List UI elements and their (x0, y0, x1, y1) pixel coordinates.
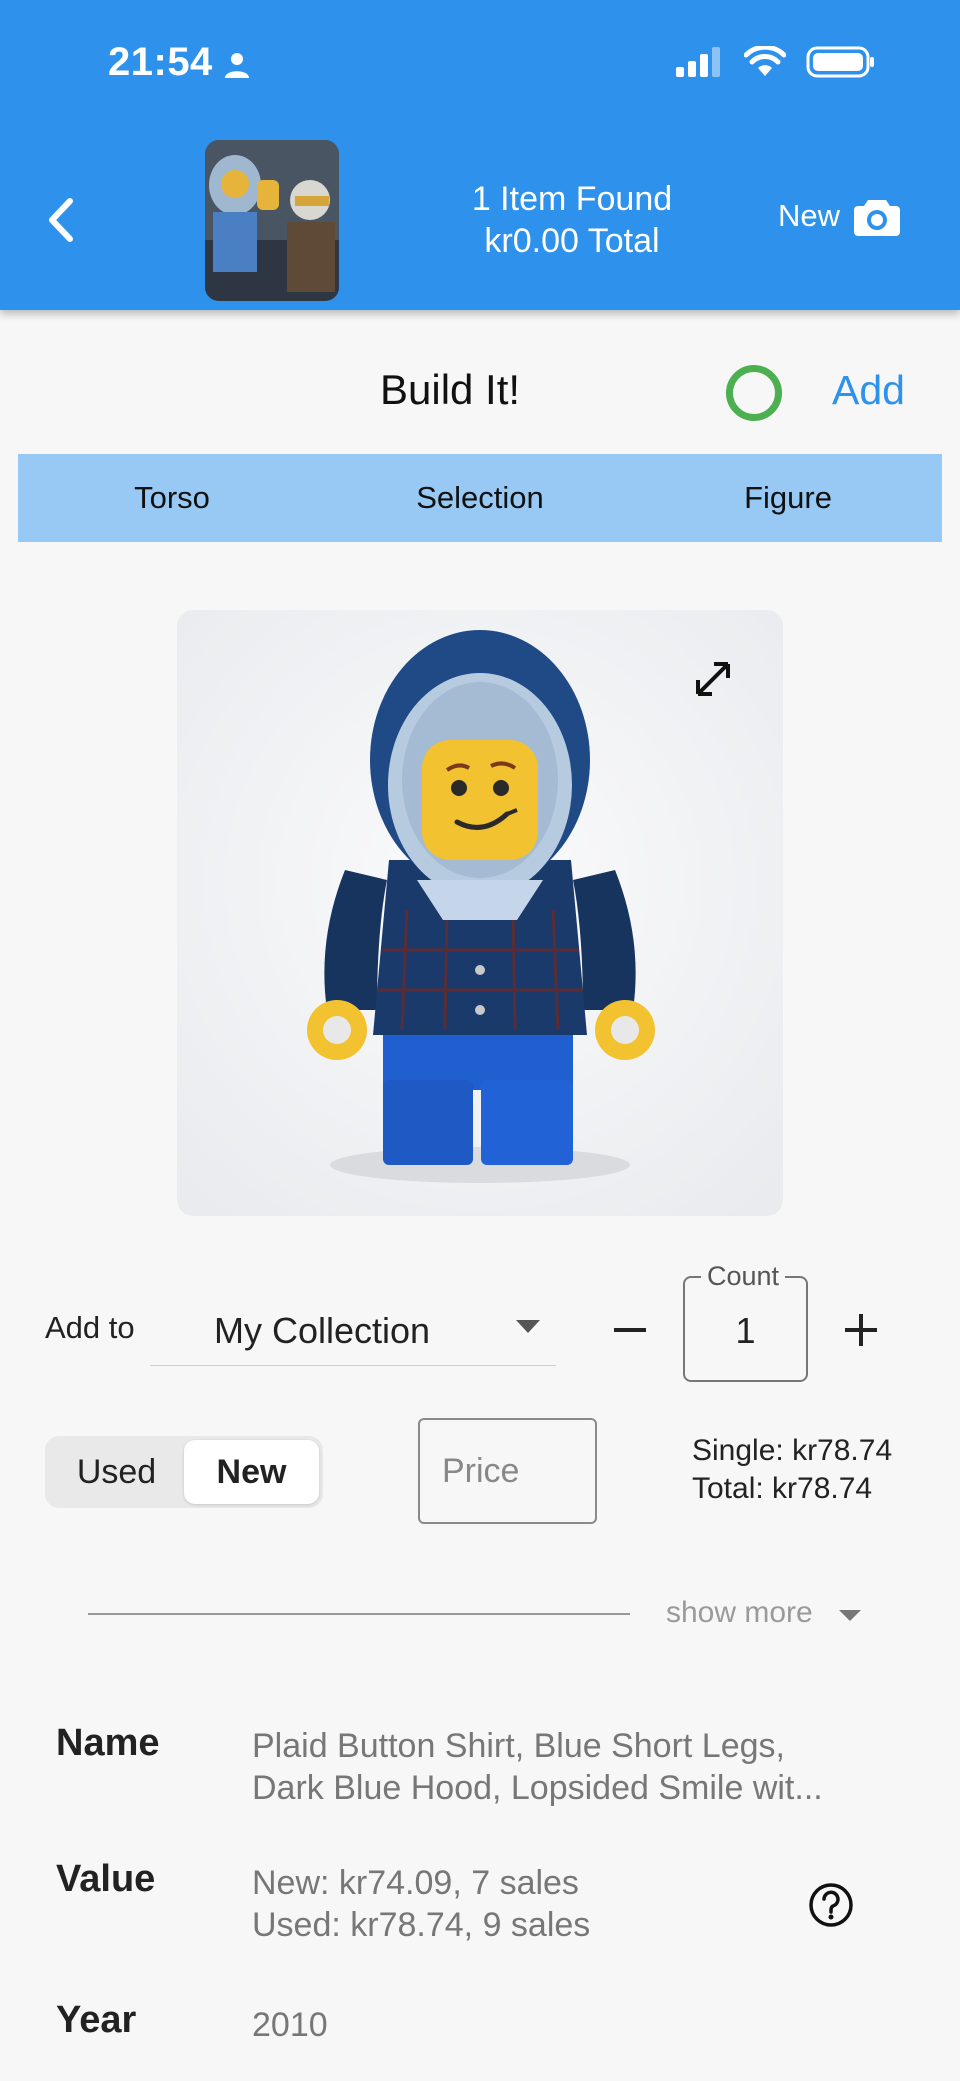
price-totals: Single: kr78.74 Total: kr78.74 (692, 1432, 892, 1508)
count-field[interactable]: Count 1 (683, 1261, 808, 1382)
items-found-count: 1 Item Found (471, 180, 673, 218)
page-title: Build It! (380, 366, 521, 413)
detail-year-value: 2010 (252, 2006, 328, 2044)
status-time: 21:54 (108, 40, 213, 84)
condition-segmented-control: Used New (45, 1436, 323, 1508)
items-found-total: kr0.00 Total (484, 222, 660, 260)
chevron-left-icon (49, 198, 73, 242)
increment-button[interactable] (843, 1310, 879, 1350)
count-label: Count (701, 1261, 786, 1292)
items-found-summary: 1 Item Found kr0.00 Total (440, 178, 704, 262)
collection-dropdown[interactable]: My Collection (150, 1290, 556, 1366)
value-new: New: kr74.09, 7 sales (252, 1864, 579, 1902)
tab-figure[interactable]: Figure (634, 454, 942, 542)
count-value: 1 (735, 1310, 756, 1351)
show-more-toggle[interactable]: show more (666, 1596, 861, 1630)
segment-tabs: Torso Selection Figure (18, 454, 942, 542)
total-price: Total: kr78.74 (692, 1472, 873, 1505)
detail-name-key: Name (56, 1722, 160, 1764)
status-icons (676, 46, 876, 78)
detail-year-key: Year (56, 1999, 137, 2041)
camera-icon (854, 200, 901, 236)
single-price: Single: kr78.74 (692, 1434, 893, 1467)
app-header: 21:54 1 Item Found kr0.00 Total New (0, 0, 960, 310)
decrement-button[interactable] (612, 1310, 648, 1350)
help-icon[interactable] (808, 1882, 854, 1928)
battery-icon (806, 46, 874, 78)
price-field (418, 1418, 597, 1524)
expand-icon[interactable] (690, 656, 736, 702)
scan-thumbnail[interactable] (205, 140, 339, 301)
person-icon (225, 53, 249, 78)
tab-torso[interactable]: Torso (18, 454, 326, 542)
wifi-icon (744, 46, 786, 76)
new-scan-button[interactable]: New (778, 196, 901, 236)
scan-thumbnail-image (205, 140, 339, 301)
detail-name-line2: Dark Blue Hood, Lopsided Smile wit... (252, 1769, 823, 1807)
show-more-label: show more (666, 1596, 813, 1629)
add-button[interactable]: Add (832, 367, 905, 414)
new-scan-label: New (778, 198, 841, 233)
chevron-down-icon (838, 1609, 861, 1621)
condition-new-option[interactable]: New (184, 1440, 319, 1504)
section-divider (88, 1613, 630, 1615)
price-input[interactable] (420, 1420, 595, 1522)
detail-value-key: Value (56, 1858, 156, 1900)
condition-used-option[interactable]: Used (49, 1440, 184, 1504)
detail-value-value: New: kr74.09, 7 sales Used: kr78.74, 9 s… (252, 1862, 590, 1946)
add-to-label: Add to (45, 1310, 135, 1345)
cellular-signal-icon (676, 47, 720, 77)
value-used: Used: kr78.74, 9 sales (252, 1906, 591, 1944)
dropdown-arrow-icon (516, 1320, 540, 1333)
status-circle-indicator (726, 365, 782, 421)
back-button[interactable] (36, 190, 86, 250)
detail-name-line1: Plaid Button Shirt, Blue Short Legs, (252, 1727, 785, 1765)
tab-selection[interactable]: Selection (326, 454, 634, 542)
detail-name-value: Plaid Button Shirt, Blue Short Legs, Dar… (252, 1725, 823, 1809)
collection-dropdown-value: My Collection (214, 1310, 431, 1351)
